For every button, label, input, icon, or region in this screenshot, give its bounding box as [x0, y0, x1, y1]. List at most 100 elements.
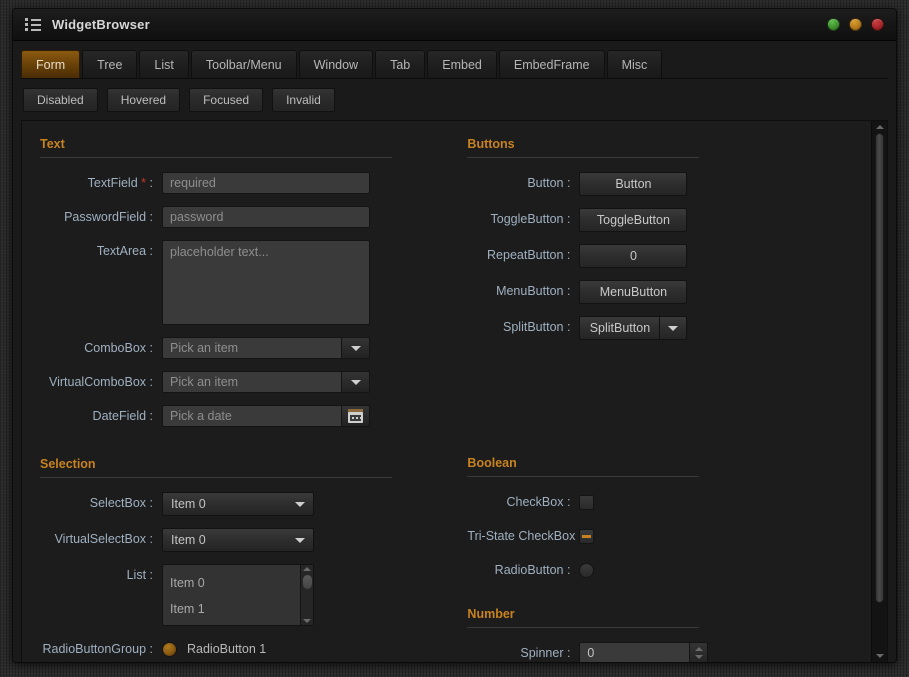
tab-tab[interactable]: Tab	[375, 50, 426, 78]
split-button-dropdown[interactable]	[659, 316, 688, 340]
state-button-focused[interactable]: Focused	[189, 88, 264, 112]
tab-misc[interactable]: Misc	[606, 50, 663, 78]
tab-window[interactable]: Window	[298, 50, 374, 78]
label-radiobutton: RadioButton :	[494, 563, 571, 577]
left-column: Text TextField * : required PasswordFiel…	[40, 137, 445, 662]
required-asterisk: *	[141, 176, 147, 190]
textarea-input[interactable]: placeholder text...	[162, 240, 370, 325]
menu-button[interactable]: MenuButton	[579, 280, 688, 304]
repeat-button[interactable]: 0	[579, 244, 688, 268]
label-button: Button :	[527, 176, 571, 190]
tab-tree[interactable]: Tree	[82, 50, 138, 78]
list-item[interactable]: Item 0	[170, 570, 300, 596]
combobox-dropdown-button[interactable]	[341, 337, 370, 359]
passwordfield-input[interactable]: password	[162, 206, 370, 228]
label-splitbutton: SplitButton :	[503, 320, 571, 334]
virtual-selectbox-value: Item 0	[171, 533, 206, 547]
listbox-scrollbar[interactable]	[300, 565, 313, 625]
scroll-up-icon[interactable]	[303, 567, 311, 571]
tab-embedframe[interactable]: EmbedFrame	[498, 50, 605, 78]
minimize-button[interactable]	[827, 18, 840, 31]
field-virtualcombobox: VirtualComboBox : Pick an item	[40, 371, 445, 393]
spinner-down-icon[interactable]	[694, 655, 703, 659]
virtual-selectbox[interactable]: Item 0	[162, 528, 314, 552]
field-selectbox: SelectBox : Item 0	[40, 492, 445, 516]
section-divider-number	[467, 627, 700, 628]
chevron-down-icon	[295, 537, 305, 543]
panel-scrollbar-track[interactable]	[872, 129, 887, 654]
listbox[interactable]: Item 0 Item 1	[162, 564, 314, 626]
textfield-input[interactable]: required	[162, 172, 370, 194]
split-button-main[interactable]: SplitButton	[579, 316, 660, 340]
tab-list[interactable]: List	[139, 50, 189, 78]
list-item[interactable]: Item 1	[170, 596, 300, 622]
spinner-stepper[interactable]	[689, 642, 709, 662]
field-repeatbutton: RepeatButton : 0	[467, 244, 861, 268]
toggle-button[interactable]: ToggleButton	[579, 208, 688, 232]
listbox-scroll-thumb[interactable]	[302, 575, 312, 589]
state-button-invalid[interactable]: Invalid	[272, 88, 335, 112]
tab-toolbar-menu[interactable]: Toolbar/Menu	[190, 50, 297, 78]
chevron-down-icon	[295, 501, 305, 507]
tab-form[interactable]: Form	[21, 50, 81, 78]
scroll-down-icon[interactable]	[303, 619, 311, 623]
radio-icon-unselected[interactable]	[579, 562, 595, 578]
selectbox-value: Item 0	[171, 497, 206, 511]
radio-option-label: RadioButton 1	[187, 642, 267, 656]
spinner[interactable]: 0	[579, 642, 709, 662]
combobox-input[interactable]: Pick an item	[162, 337, 341, 359]
section-divider-boolean	[467, 476, 700, 477]
label-colon: :	[149, 176, 153, 190]
virtual-combobox[interactable]: Pick an item	[162, 371, 370, 393]
datefield-input[interactable]: Pick a date	[162, 405, 341, 427]
field-datefield: DateField : Pick a date	[40, 405, 445, 427]
datefield[interactable]: Pick a date	[162, 405, 370, 427]
panel-scroll-thumb[interactable]	[875, 133, 884, 604]
checkbox-unchecked[interactable]	[579, 494, 595, 510]
label-virtualselectbox: VirtualSelectBox :	[54, 532, 153, 546]
state-button-hovered[interactable]: Hovered	[106, 88, 181, 112]
virtual-combobox-input[interactable]: Pick an item	[162, 371, 341, 393]
tab-embed[interactable]: Embed	[427, 50, 497, 78]
label-spinner: Spinner :	[520, 646, 571, 660]
radio-button-group[interactable]: RadioButton 1	[162, 638, 266, 660]
datefield-picker-button[interactable]	[341, 405, 370, 427]
label-repeatbutton: RepeatButton :	[487, 248, 571, 262]
section-divider-buttons	[467, 157, 700, 158]
field-passwordfield: PasswordField : password	[40, 206, 445, 228]
form-panel: Text TextField * : required PasswordFiel…	[21, 120, 888, 662]
label-virtualcombobox: VirtualComboBox :	[49, 375, 153, 389]
label-selectbox: SelectBox :	[89, 496, 153, 510]
label-textfield: TextField * :	[40, 172, 162, 194]
panel-scrollbar[interactable]	[871, 121, 887, 662]
spinner-input[interactable]: 0	[579, 642, 690, 662]
field-spinner: Spinner : 0	[467, 642, 861, 662]
split-button[interactable]: SplitButton	[579, 316, 688, 340]
push-button[interactable]: Button	[579, 172, 688, 196]
window-title: WidgetBrowser	[52, 17, 150, 32]
close-button[interactable]	[871, 18, 884, 31]
field-button: Button : Button	[467, 172, 861, 196]
selectbox[interactable]: Item 0	[162, 492, 314, 516]
title-bar: WidgetBrowser	[13, 9, 896, 41]
label-passwordfield: PasswordField :	[64, 210, 153, 224]
spinner-up-icon[interactable]	[694, 647, 703, 651]
label-list: List :	[126, 568, 153, 582]
field-menubutton: MenuButton : MenuButton	[467, 280, 861, 304]
chevron-down-icon	[668, 325, 679, 331]
label-combobox: ComboBox :	[84, 341, 153, 355]
scroll-down-icon[interactable]	[875, 654, 884, 658]
field-togglebutton: ToggleButton : ToggleButton	[467, 208, 861, 232]
maximize-button[interactable]	[849, 18, 862, 31]
virtual-combobox-dropdown-button[interactable]	[341, 371, 370, 393]
list-menu-icon[interactable]	[25, 18, 41, 31]
section-title-text: Text	[40, 137, 65, 151]
state-button-disabled[interactable]: Disabled	[23, 88, 98, 112]
label-textfield-text: TextField	[87, 176, 138, 190]
widget-browser-window: WidgetBrowser Form Tree List Toolbar/Men…	[12, 8, 897, 663]
combobox[interactable]: Pick an item	[162, 337, 370, 359]
radio-icon-selected[interactable]	[162, 641, 177, 657]
checkbox-indeterminate[interactable]	[579, 528, 595, 544]
section-divider-selection	[40, 477, 392, 478]
field-virtualselectbox: VirtualSelectBox : Item 0	[40, 528, 445, 552]
